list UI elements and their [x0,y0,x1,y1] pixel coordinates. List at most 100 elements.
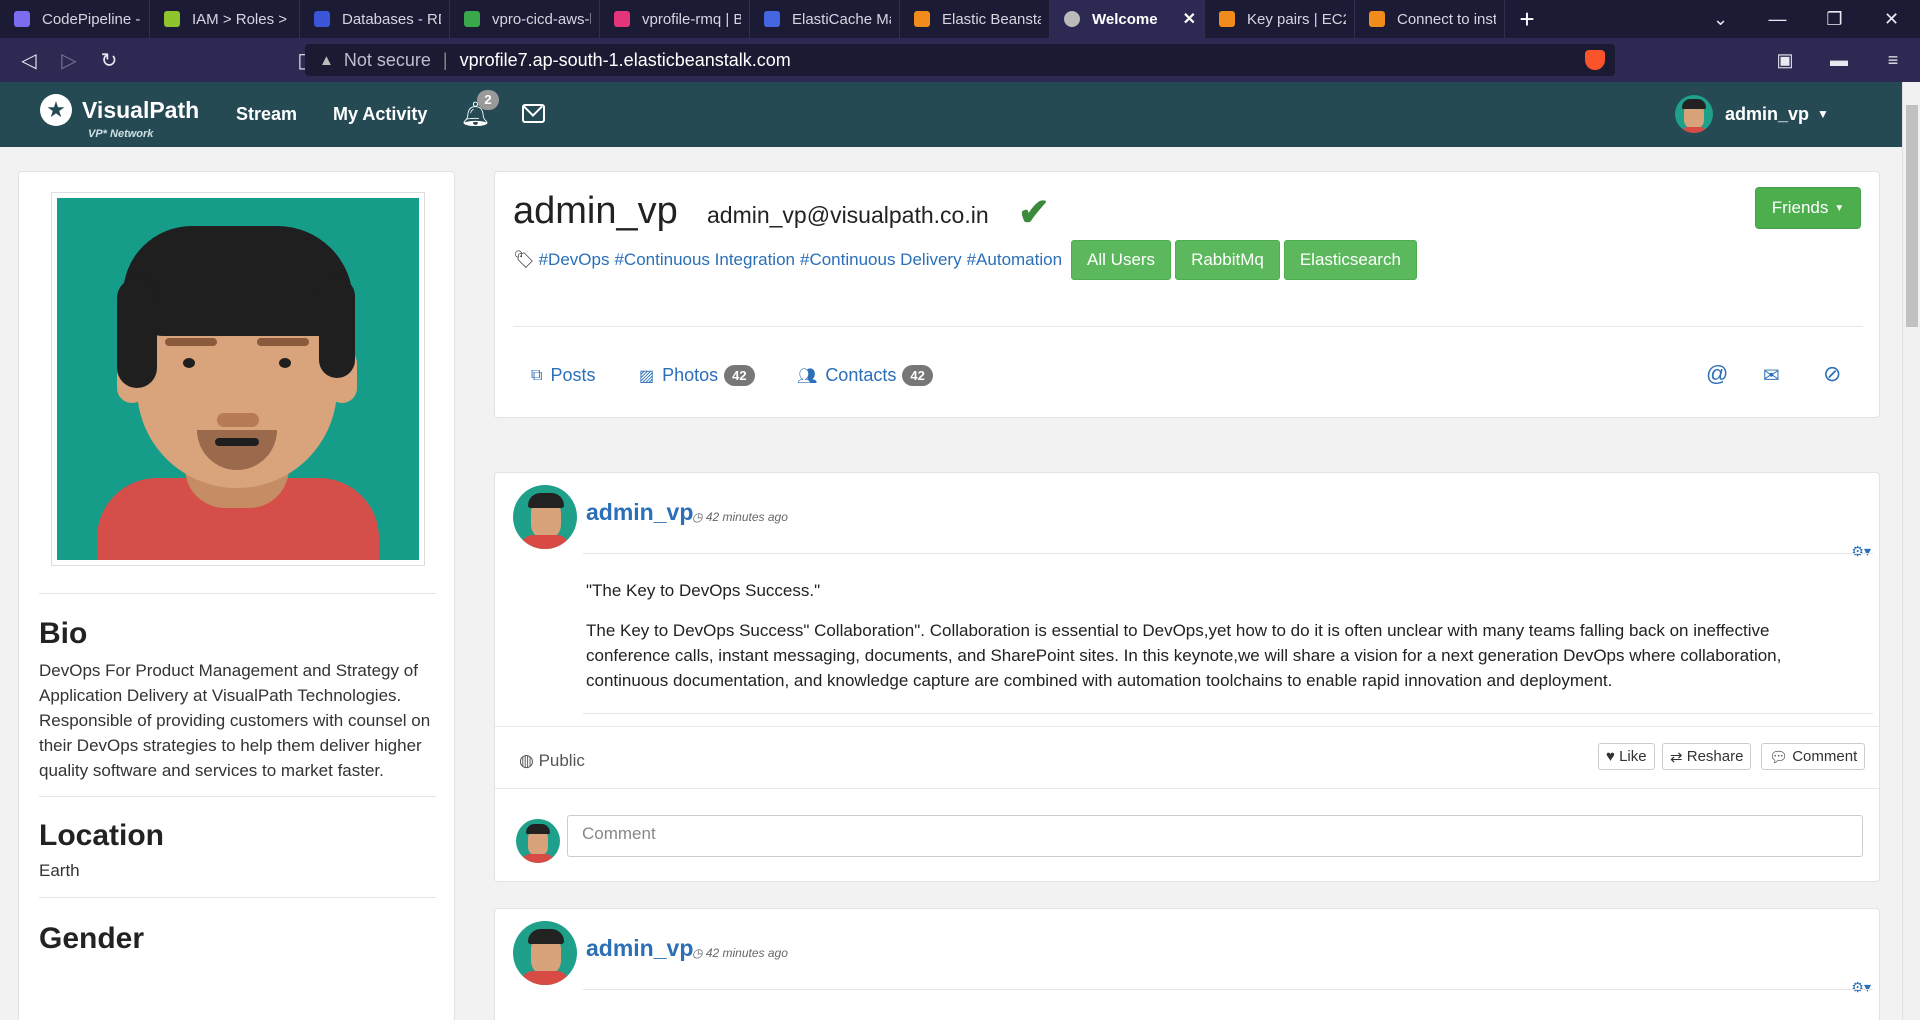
avatar [1675,95,1713,133]
browser-toolbar: ◁ ▷ ↻ ▯ ▲ Not secure | vprofile7.ap-sout… [0,38,1920,82]
mail-icon[interactable] [522,104,545,123]
tab-title: vprofile-rmq | Brokers [642,10,741,28]
notification-count-badge: 2 [477,90,499,110]
friends-dropdown-button[interactable]: Friends ▼ [1755,187,1861,229]
verified-check-icon: ✔ [1018,192,1050,234]
tab-title: CodePipeline - AWS [42,10,141,28]
nav-my-activity-link[interactable]: My Activity [333,104,427,125]
post-card: admin_vp ◷ 42 minutes ago ⚙▾ [494,908,1880,1020]
tag-link[interactable]: #Continuous Integration [614,250,795,270]
browser-tab[interactable]: Connect to instance [1355,0,1505,38]
minimize-icon[interactable]: — [1749,9,1806,30]
mention-icon[interactable]: @ [1706,361,1728,387]
menu-icon[interactable]: ≡ [1866,50,1920,71]
url-text: vprofile7.ap-south-1.elasticbeanstalk.co… [459,49,791,70]
close-tab-icon[interactable]: ✕ [1183,9,1196,29]
like-button[interactable]: ♥ Like [1598,743,1655,770]
user-menu[interactable]: admin_vp ▼ [1675,95,1829,133]
browser-tab[interactable]: Key pairs | EC2 Management [1205,0,1355,38]
rabbitmq-button[interactable]: RabbitMq [1175,240,1280,280]
browser-tab[interactable]: CodePipeline - AWS [0,0,150,38]
forward-icon[interactable]: ▷ [52,43,86,77]
tab-photos[interactable]: ▨ Photos 42 [639,365,755,386]
post-card: admin_vp ◷ 42 minutes ago ⚙▾ "The Key to… [494,472,1880,882]
all-users-button[interactable]: All Users [1071,240,1172,280]
wallet-icon[interactable]: ▬ [1812,50,1866,71]
browser-tab[interactable]: vpro-cicd-aws-build [450,0,600,38]
tags-icon: 🏷︎ [513,250,535,269]
tab-label: Posts [550,365,596,385]
post-timestamp: ◷ 42 minutes ago [692,946,788,960]
browser-tab-active[interactable]: Welcome ✕ [1050,0,1205,38]
tab-posts[interactable]: ⧉ Posts [531,365,595,386]
tab-favicon-icon [314,11,330,27]
page-content: Bio DevOps For Product Management and St… [0,147,1902,1020]
tab-favicon-icon [14,11,30,27]
browser-tab[interactable]: vprofile-rmq | Brokers [600,0,750,38]
tab-title: Welcome [1092,10,1158,28]
profile-photo [51,192,425,566]
separator: | [442,49,448,70]
comment-button[interactable]: 💬︎ Comment [1761,743,1866,770]
post-avatar[interactable] [513,921,577,985]
post-avatar[interactable] [513,485,577,549]
post-body: The Key to DevOps Success" Collaboration… [586,621,1782,690]
envelope-icon[interactable]: ✉ [1763,363,1780,388]
tab-search-chevron-icon[interactable]: ⌄ [1692,9,1749,30]
reshare-button[interactable]: ⇄ Reshare [1662,743,1752,770]
nav-stream-link[interactable]: Stream [236,104,297,125]
back-icon[interactable]: ◁ [12,43,46,77]
site-navbar: ★ VisualPath VP* Network Stream My Activ… [0,82,1902,147]
tag-link[interactable]: #DevOps [539,250,610,270]
profile-email: admin_vp@visualpath.co.in [707,202,989,228]
friends-label: Friends [1771,198,1829,217]
tag-link[interactable]: #Automation [967,250,1062,270]
divider [39,897,436,898]
address-bar[interactable]: ▲ Not secure | vprofile7.ap-south-1.elas… [305,44,1615,76]
tab-favicon-icon [764,11,780,27]
tab-title: ElastiCache Management [792,10,891,28]
elasticsearch-button[interactable]: Elasticsearch [1283,240,1417,280]
scrollbar-thumb[interactable] [1906,105,1918,327]
post-time: 42 minutes ago [705,946,788,960]
comment-avatar [516,819,560,863]
user-name: admin_vp [1725,103,1810,124]
tab-title: Databases - RDS [342,10,441,28]
browser-tab[interactable]: ElastiCache Management [750,0,900,38]
like-label: Like [1619,748,1647,765]
brand-logo[interactable]: ★ VisualPath VP* Network [40,94,199,140]
warning-icon: ▲ [319,51,334,69]
reload-icon[interactable]: ↻ [92,43,126,77]
tag-link[interactable]: #Continuous Delivery [800,250,962,270]
globe-icon: ◍ [519,751,539,770]
bio-heading: Bio [39,617,88,650]
clock-icon: ◷ [692,946,706,960]
star-icon: ★ [40,94,72,126]
gear-icon[interactable]: ⚙▾ [1851,543,1871,560]
post-visibility: ◍ Public [519,751,585,771]
block-icon[interactable]: ⊘ [1823,361,1841,387]
tag-row: 🏷︎ #DevOps #Continuous Integration #Cont… [513,240,1417,280]
tab-favicon-icon [614,11,630,27]
divider [583,553,1873,554]
divider [513,326,1863,327]
post-author-link[interactable]: admin_vp [586,499,693,526]
browser-tab[interactable]: IAM > Roles > vprofile [150,0,300,38]
scrollbar[interactable] [1902,82,1920,1020]
profile-sidebar: Bio DevOps For Product Management and St… [18,171,455,1020]
post-author-link[interactable]: admin_vp [586,935,693,962]
gear-icon[interactable]: ⚙▾ [1851,979,1871,996]
tab-title: vpro-cicd-aws-build [492,10,591,28]
browser-tab[interactable]: Elastic Beanstalk [900,0,1050,38]
retweet-icon: ⇄ [1670,748,1687,766]
tab-contacts[interactable]: 👥︎ Contacts 42 [797,365,933,386]
close-window-icon[interactable]: ✕ [1863,9,1920,30]
sidebar-icon[interactable]: ▣ [1758,50,1812,71]
maximize-icon[interactable]: ❐ [1806,9,1863,30]
browser-tab[interactable]: Databases - RDS [300,0,450,38]
comment-input[interactable] [567,815,1863,857]
not-secure-label: Not secure [343,49,431,70]
new-tab-button[interactable]: + [1505,0,1549,38]
avatar-illustration [57,198,419,560]
brave-shields-icon[interactable] [1585,50,1605,70]
